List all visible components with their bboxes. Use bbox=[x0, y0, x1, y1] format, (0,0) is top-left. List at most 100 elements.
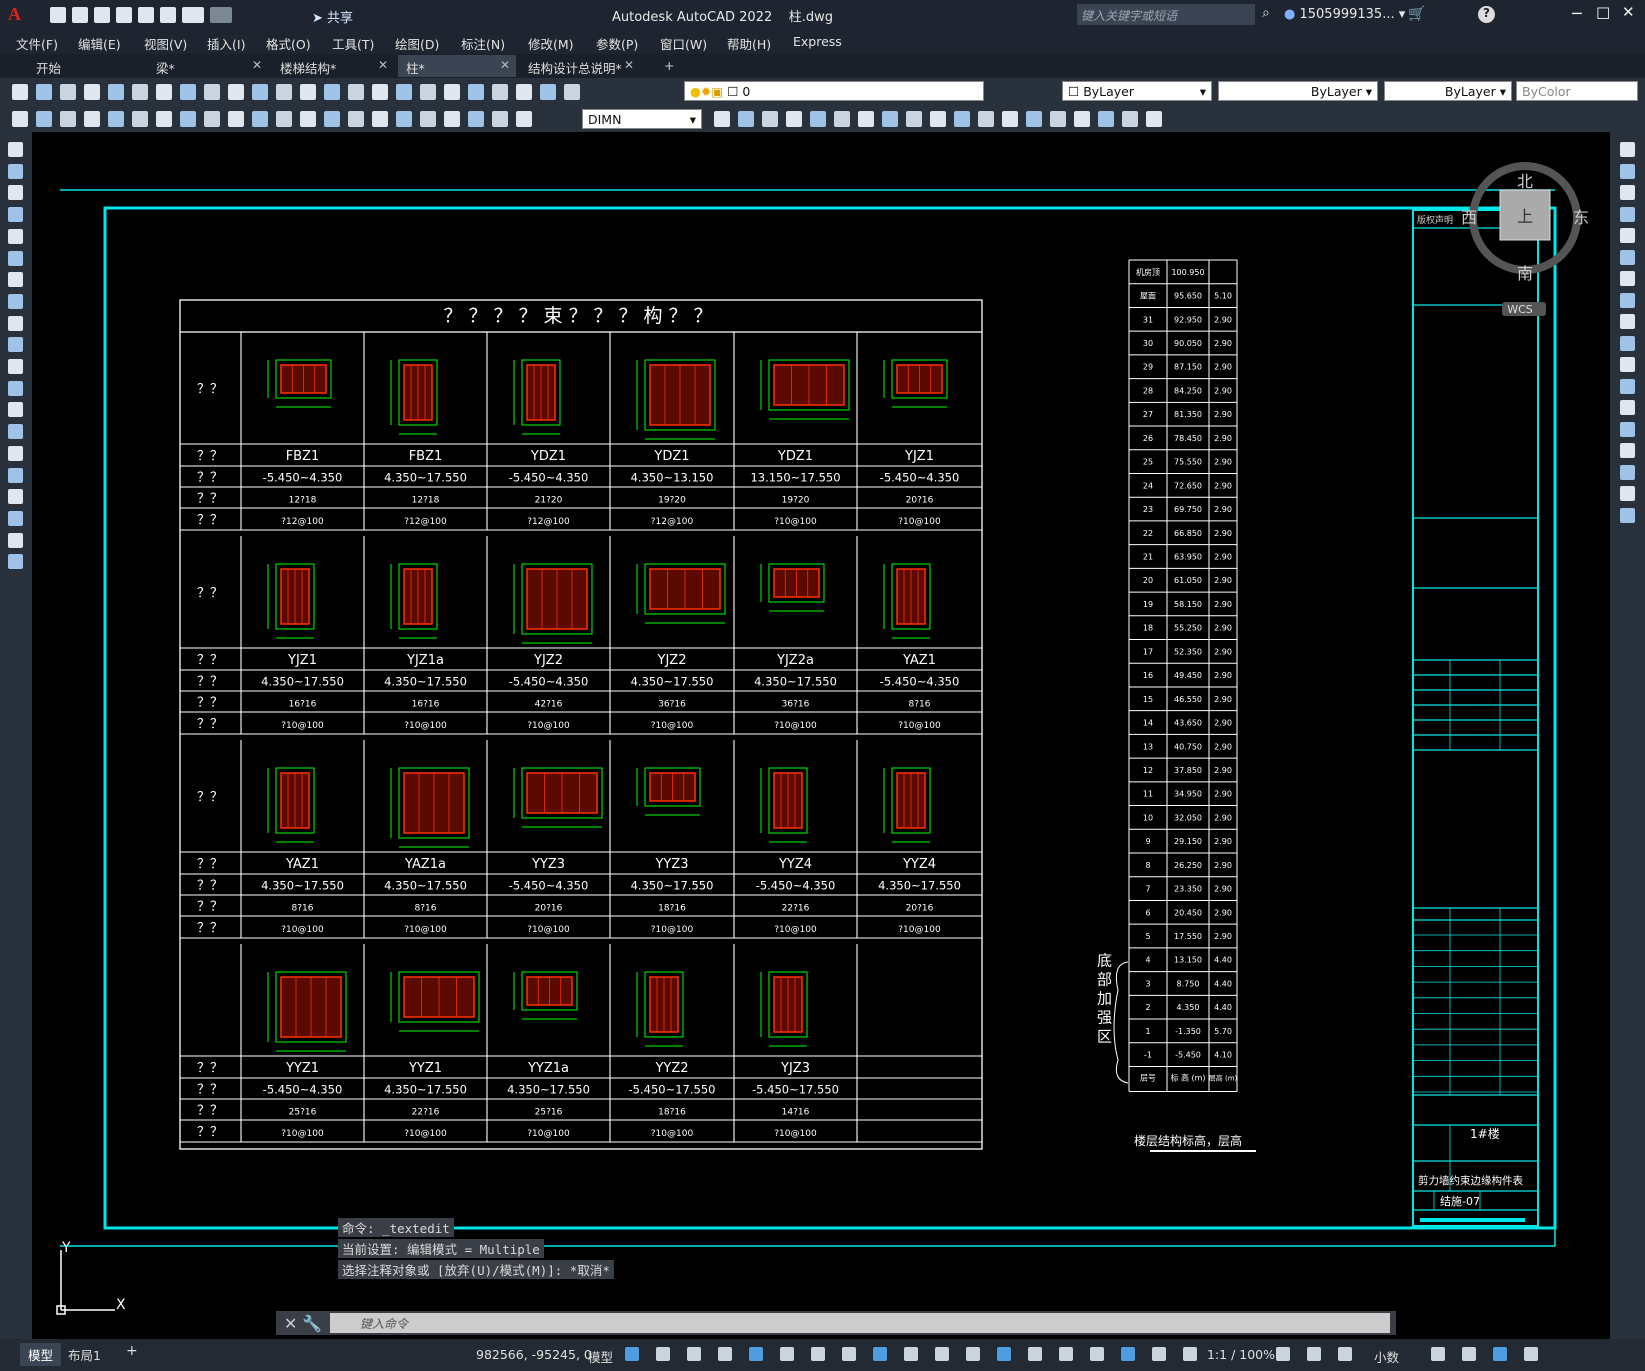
annotation-scale[interactable]: 1:1 / 100% bbox=[1207, 1347, 1275, 1362]
modify-side-8-icon[interactable] bbox=[1620, 314, 1635, 329]
draw-tool-10-icon[interactable] bbox=[8, 359, 23, 374]
dim-tool-7-icon[interactable] bbox=[180, 111, 196, 127]
dim-tool-19-icon[interactable] bbox=[468, 111, 484, 127]
menu-item-9[interactable]: 参数(P) bbox=[596, 34, 638, 53]
modify-side-13-icon[interactable] bbox=[1620, 421, 1635, 437]
standard-tool-2-icon[interactable] bbox=[60, 84, 76, 100]
modify-tool-2-icon[interactable] bbox=[762, 111, 778, 127]
drawing-canvas[interactable]: ？？？？束？？？构？？？？？？？？？？？？ FBZ1 -5.450~4.350 12?… bbox=[32, 132, 1610, 1339]
status-toggle-7-icon[interactable] bbox=[842, 1347, 856, 1361]
dim-tool-21-icon[interactable] bbox=[516, 111, 532, 127]
standard-tool-21-icon[interactable] bbox=[516, 84, 532, 100]
modify-side-12-icon[interactable] bbox=[1620, 400, 1635, 415]
draw-tool-6-icon[interactable] bbox=[8, 272, 23, 288]
dim-tool-2-icon[interactable] bbox=[60, 111, 76, 127]
modify-tool-10-icon[interactable] bbox=[954, 111, 970, 127]
dimstyle-dropdown[interactable]: DIMN ▾ bbox=[582, 109, 702, 129]
status-toggle-17-icon[interactable] bbox=[1152, 1347, 1166, 1361]
draw-tool-19-icon[interactable] bbox=[8, 554, 23, 570]
dim-tool-18-icon[interactable] bbox=[444, 111, 460, 127]
modify-tool-6-icon[interactable] bbox=[858, 111, 874, 127]
modify-side-14-icon[interactable] bbox=[1620, 443, 1635, 458]
menu-item-4[interactable]: 格式(O) bbox=[266, 34, 311, 53]
draw-tool-11-icon[interactable] bbox=[8, 380, 23, 396]
standard-tool-18-icon[interactable] bbox=[444, 84, 460, 100]
modify-side-6-icon[interactable] bbox=[1620, 271, 1635, 286]
modify-side-5-icon[interactable] bbox=[1620, 249, 1635, 265]
draw-tool-16-icon[interactable] bbox=[8, 489, 23, 505]
undo-icon[interactable] bbox=[182, 7, 204, 23]
close-tab-icon[interactable]: ✕ bbox=[252, 58, 262, 72]
dim-tool-14-icon[interactable] bbox=[348, 111, 364, 127]
standard-tool-10-icon[interactable] bbox=[252, 84, 268, 100]
command-input[interactable]: 键入命令 bbox=[330, 1313, 1390, 1333]
dim-tool-9-icon[interactable] bbox=[228, 111, 244, 127]
modify-tool-11-icon[interactable] bbox=[978, 111, 994, 127]
dim-tool-0-icon[interactable] bbox=[12, 111, 28, 127]
save-as-icon[interactable] bbox=[116, 7, 132, 23]
draw-tool-4-icon[interactable] bbox=[8, 228, 23, 244]
tab-0[interactable]: 开始 bbox=[28, 55, 146, 77]
dim-tool-13-icon[interactable] bbox=[324, 111, 340, 127]
close-button[interactable]: ✕ bbox=[1622, 3, 1635, 21]
tab-4[interactable]: 结构设计总说明* ✕ bbox=[520, 55, 640, 77]
status-toggle-14-icon[interactable] bbox=[1059, 1347, 1073, 1361]
status-toggle-6-icon[interactable] bbox=[811, 1347, 825, 1361]
dim-tool-15-icon[interactable] bbox=[372, 111, 388, 127]
dim-tool-11-icon[interactable] bbox=[276, 111, 292, 127]
modify-side-11-icon[interactable] bbox=[1620, 378, 1635, 394]
status-toggle-27-icon[interactable] bbox=[1462, 1347, 1476, 1361]
customize-icon[interactable]: 🔧 bbox=[302, 1314, 322, 1333]
menu-item-5[interactable]: 工具(T) bbox=[332, 34, 374, 53]
draw-tool-12-icon[interactable] bbox=[8, 402, 23, 418]
modify-side-2-icon[interactable] bbox=[1620, 185, 1635, 200]
tab-3[interactable]: 柱* ✕ bbox=[398, 55, 516, 77]
model-space-button[interactable]: 模型 bbox=[588, 1347, 613, 1366]
standard-tool-13-icon[interactable] bbox=[324, 84, 340, 100]
standard-tool-12-icon[interactable] bbox=[300, 84, 316, 100]
modify-tool-7-icon[interactable] bbox=[882, 111, 898, 127]
units-selector[interactable]: 小数 bbox=[1374, 1347, 1399, 1366]
modify-tool-14-icon[interactable] bbox=[1050, 111, 1066, 127]
draw-tool-8-icon[interactable] bbox=[8, 315, 23, 331]
standard-tool-4-icon[interactable] bbox=[108, 84, 124, 100]
status-toggle-5-icon[interactable] bbox=[780, 1347, 794, 1361]
dim-tool-17-icon[interactable] bbox=[420, 111, 436, 127]
close-tab-icon[interactable]: ✕ bbox=[378, 58, 388, 72]
menu-item-8[interactable]: 修改(M) bbox=[528, 34, 574, 53]
dim-tool-1-icon[interactable] bbox=[36, 111, 52, 127]
standard-tool-16-icon[interactable] bbox=[396, 84, 412, 100]
open-file-icon[interactable] bbox=[72, 7, 88, 23]
modify-tool-13-icon[interactable] bbox=[1026, 111, 1042, 127]
menu-item-0[interactable]: 文件(F) bbox=[16, 34, 58, 53]
menu-item-11[interactable]: 帮助(H) bbox=[727, 34, 771, 53]
status-toggle-23-icon[interactable] bbox=[1338, 1347, 1352, 1361]
add-layout-button[interactable]: + bbox=[126, 1343, 138, 1359]
redo-icon[interactable] bbox=[210, 7, 232, 23]
modify-side-1-icon[interactable] bbox=[1620, 163, 1635, 179]
dim-tool-6-icon[interactable] bbox=[156, 111, 172, 127]
close-tab-icon[interactable]: ✕ bbox=[500, 58, 510, 72]
standard-tool-1-icon[interactable] bbox=[36, 84, 52, 100]
menu-item-12[interactable]: Express bbox=[793, 34, 842, 49]
draw-tool-14-icon[interactable] bbox=[8, 445, 23, 461]
draw-tool-9-icon[interactable] bbox=[8, 337, 23, 353]
app-logo-icon[interactable]: A bbox=[8, 4, 21, 25]
standard-tool-17-icon[interactable] bbox=[420, 84, 436, 100]
modify-tool-17-icon[interactable] bbox=[1122, 111, 1138, 127]
status-toggle-4-icon[interactable] bbox=[749, 1347, 763, 1361]
dim-tool-12-icon[interactable] bbox=[300, 111, 316, 127]
status-toggle-8-icon[interactable] bbox=[873, 1347, 887, 1361]
draw-tool-15-icon[interactable] bbox=[8, 467, 23, 483]
status-toggle-18-icon[interactable] bbox=[1183, 1347, 1197, 1361]
dim-tool-20-icon[interactable] bbox=[492, 111, 508, 127]
menu-item-6[interactable]: 绘图(D) bbox=[395, 34, 439, 53]
draw-tool-5-icon[interactable] bbox=[8, 250, 23, 266]
status-toggle-16-icon[interactable] bbox=[1121, 1347, 1135, 1361]
status-toggle-11-icon[interactable] bbox=[966, 1347, 980, 1361]
modify-tool-3-icon[interactable] bbox=[786, 111, 802, 127]
user-account[interactable]: ● 1505999135... ▾ bbox=[1284, 7, 1405, 22]
standard-tool-5-icon[interactable] bbox=[132, 84, 148, 100]
new-tab-button[interactable]: + bbox=[656, 55, 682, 77]
dim-tool-3-icon[interactable] bbox=[84, 111, 100, 127]
